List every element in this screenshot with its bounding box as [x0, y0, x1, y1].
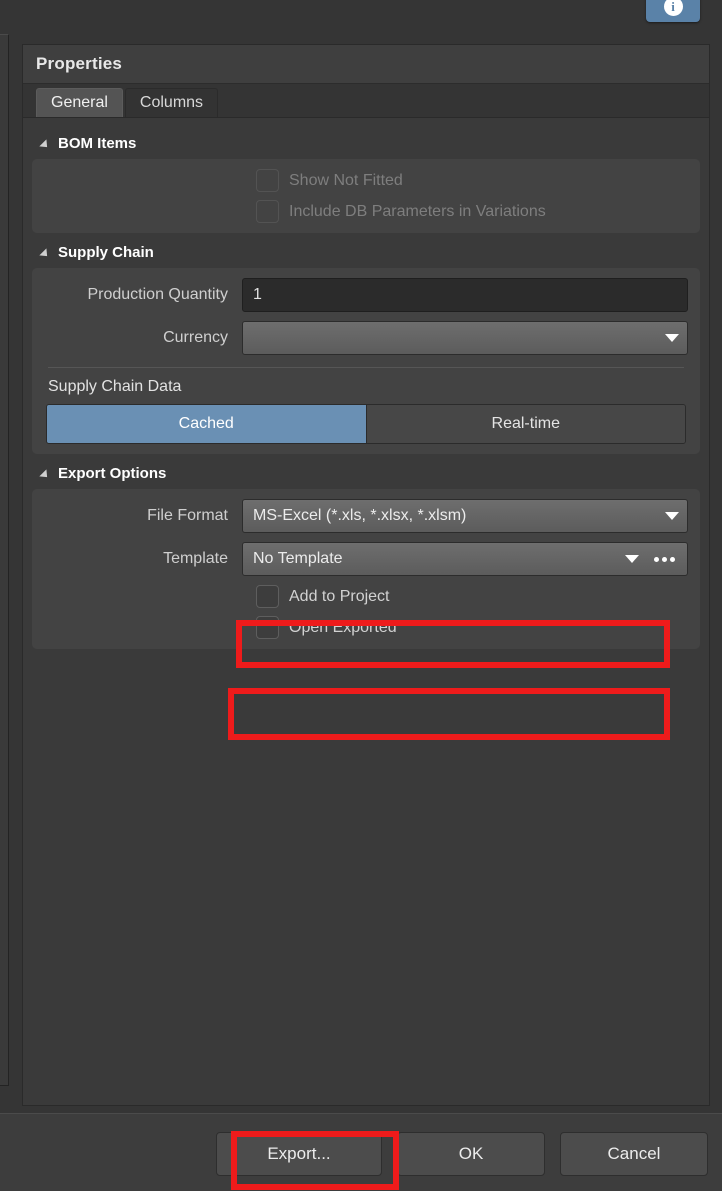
divider — [48, 367, 684, 368]
top-band — [0, 0, 722, 34]
template-browse-ellipsis-icon[interactable] — [649, 556, 679, 562]
checkbox-row-include-db-parameters[interactable]: Include DB Parameters in Variations — [256, 200, 688, 223]
properties-dialog: Properties General Columns BOM Items Sho… — [22, 44, 710, 1106]
checkbox-show-not-fitted — [256, 169, 279, 192]
currency-dropdown[interactable] — [242, 321, 688, 355]
cancel-button[interactable]: Cancel — [560, 1132, 708, 1176]
section-header-supply-chain[interactable]: Supply Chain — [32, 237, 700, 268]
label-supply-chain-data: Supply Chain Data — [48, 378, 182, 395]
checkbox-label-add-to-project: Add to Project — [289, 587, 390, 605]
file-format-dropdown[interactable]: MS-Excel (*.xls, *.xlsx, *.xlsm) — [242, 499, 688, 533]
tab-general[interactable]: General — [36, 88, 123, 117]
chevron-down-icon — [625, 555, 639, 563]
checkbox-row-add-to-project[interactable]: Add to Project — [256, 585, 688, 608]
template-dropdown[interactable]: No Template — [242, 542, 688, 576]
section-header-export-options[interactable]: Export Options — [32, 458, 700, 489]
checkbox-add-to-project — [256, 585, 279, 608]
chevron-down-icon — [665, 334, 679, 342]
supply-chain-data-toggle: Cached Real-time — [46, 404, 686, 444]
checkbox-row-show-not-fitted[interactable]: Show Not Fitted — [256, 169, 688, 192]
tab-bar: General Columns — [23, 84, 709, 118]
checkbox-label-open-exported: Open Exported — [289, 618, 397, 636]
label-file-format: File Format — [147, 507, 228, 524]
checkbox-include-db-parameters — [256, 200, 279, 223]
page-title: Properties — [23, 45, 709, 84]
toggle-option-cached[interactable]: Cached — [47, 405, 366, 443]
supply-chain-group: Production Quantity 1 Currency Supply Ch… — [32, 268, 700, 454]
info-icon: i — [663, 0, 683, 16]
info-button[interactable]: i — [646, 0, 700, 22]
collapse-triangle-icon — [39, 138, 51, 151]
label-template: Template — [163, 550, 228, 567]
row-production-quantity: Production Quantity 1 — [44, 278, 688, 312]
checkbox-label-include-db-parameters: Include DB Parameters in Variations — [289, 202, 546, 220]
section-title-export-options: Export Options — [58, 465, 167, 482]
checkbox-label-show-not-fitted: Show Not Fitted — [289, 171, 403, 189]
chevron-down-icon — [665, 512, 679, 520]
collapse-triangle-icon — [39, 468, 51, 481]
dialog-body: BOM Items Show Not Fitted Include DB Par… — [23, 118, 709, 1105]
left-panel-edge — [0, 34, 9, 1086]
row-file-format: File Format MS-Excel (*.xls, *.xlsx, *.x… — [44, 499, 688, 533]
tab-columns[interactable]: Columns — [124, 88, 219, 117]
checkbox-open-exported — [256, 616, 279, 639]
production-quantity-input[interactable]: 1 — [242, 278, 688, 312]
section-header-bom-items[interactable]: BOM Items — [32, 128, 700, 159]
ok-button[interactable]: OK — [397, 1132, 545, 1176]
checkbox-row-open-exported[interactable]: Open Exported — [256, 616, 688, 639]
collapse-triangle-icon — [39, 247, 51, 260]
section-title-supply-chain: Supply Chain — [58, 244, 154, 261]
file-format-value: MS-Excel (*.xls, *.xlsx, *.xlsm) — [253, 507, 467, 524]
template-value: No Template — [253, 550, 343, 567]
dialog-footer: Export... OK Cancel — [0, 1113, 722, 1191]
label-currency: Currency — [163, 329, 228, 346]
label-production-quantity: Production Quantity — [87, 286, 228, 303]
export-options-group: File Format MS-Excel (*.xls, *.xlsx, *.x… — [32, 489, 700, 649]
row-template: Template No Template — [44, 542, 688, 576]
export-button[interactable]: Export... — [216, 1132, 382, 1176]
footer-button-group: Export... OK Cancel — [216, 1132, 708, 1176]
section-title-bom-items: BOM Items — [58, 135, 137, 152]
row-currency: Currency — [44, 321, 688, 355]
toggle-option-real-time[interactable]: Real-time — [365, 405, 685, 443]
bom-items-group: Show Not Fitted Include DB Parameters in… — [32, 159, 700, 233]
